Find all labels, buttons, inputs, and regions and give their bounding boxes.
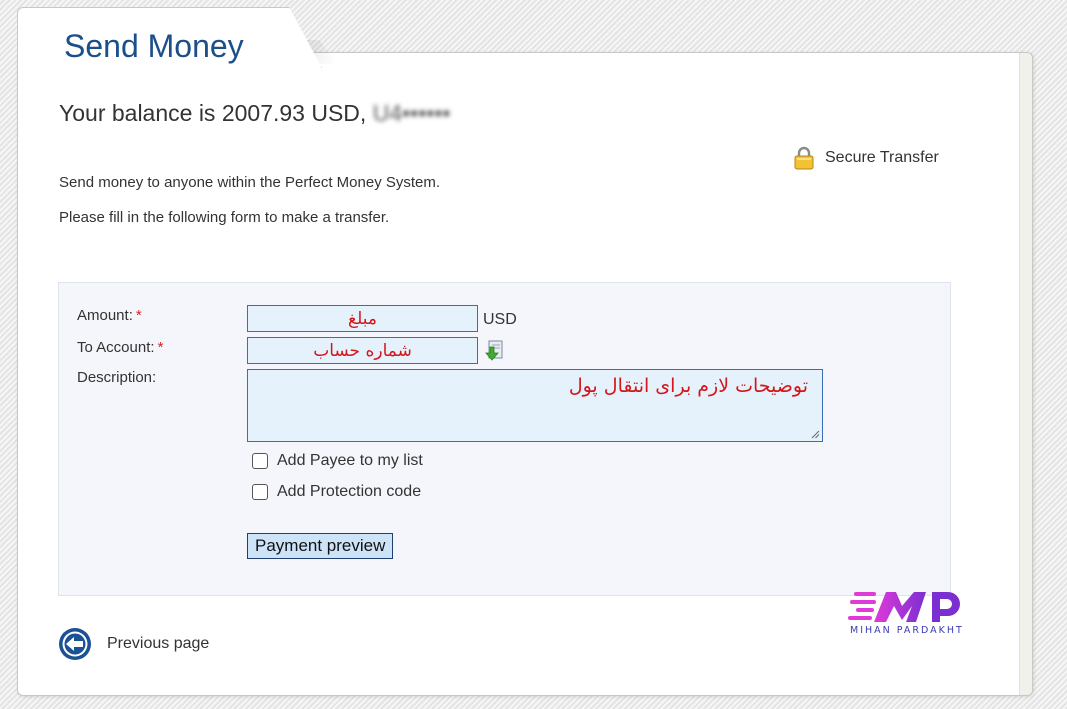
add-protection-option[interactable]: Add Protection code bbox=[252, 483, 421, 501]
payment-preview-button[interactable]: Payment preview bbox=[247, 533, 394, 559]
previous-page-link[interactable]: Previous page bbox=[58, 627, 209, 661]
lock-icon bbox=[794, 146, 814, 170]
secure-transfer-label: Secure Transfer bbox=[825, 149, 939, 166]
page-title: Send Money bbox=[64, 28, 244, 64]
description-text: توضیحات لازم برای انتقال پول bbox=[568, 375, 808, 397]
secure-transfer-indicator: Secure Transfer bbox=[793, 146, 939, 170]
description-label: Description: bbox=[77, 369, 157, 386]
amount-label-text: Amount: bbox=[77, 307, 133, 324]
required-mark: * bbox=[135, 307, 142, 324]
amount-label: Amount: * bbox=[77, 307, 142, 324]
resize-handle-icon[interactable] bbox=[810, 429, 820, 439]
intro-text-2: Please fill in the following form to mak… bbox=[59, 209, 390, 226]
add-payee-label[interactable]: Add Payee to my list bbox=[277, 452, 423, 470]
back-arrow-icon[interactable] bbox=[58, 627, 92, 661]
to-account-label-text: To Account: bbox=[77, 339, 155, 356]
transfer-form: Amount: * مبلغ USD To Account: * شماره حسا… bbox=[58, 282, 951, 596]
add-protection-label[interactable]: Add Protection code bbox=[277, 483, 421, 501]
add-protection-checkbox[interactable] bbox=[252, 484, 268, 500]
account-number-blurred: U4•••••• bbox=[372, 100, 451, 126]
required-mark: * bbox=[157, 339, 164, 356]
add-payee-checkbox[interactable] bbox=[252, 453, 268, 469]
amount-input[interactable]: مبلغ bbox=[247, 305, 478, 332]
amount-currency: USD bbox=[483, 311, 517, 328]
intro-text-1: Send money to anyone within the Perfect … bbox=[59, 174, 441, 191]
add-payee-option[interactable]: Add Payee to my list bbox=[252, 452, 423, 470]
previous-page-label[interactable]: Previous page bbox=[107, 635, 209, 653]
balance-prefix: Your balance is 2007.93 USD, bbox=[59, 100, 373, 126]
to-account-input[interactable]: شماره حساب bbox=[247, 337, 478, 364]
to-account-label: To Account: * bbox=[77, 339, 163, 356]
mihan-pardakht-logo-text: MIHAN PARDAKHT bbox=[850, 625, 964, 636]
panel-side-strip bbox=[1019, 53, 1032, 695]
address-book-icon[interactable] bbox=[483, 339, 505, 361]
balance-text: Your balance is 2007.93 USD, U4•••••• bbox=[59, 99, 450, 127]
description-textarea[interactable]: توضیحات لازم برای انتقال پول bbox=[247, 369, 823, 442]
